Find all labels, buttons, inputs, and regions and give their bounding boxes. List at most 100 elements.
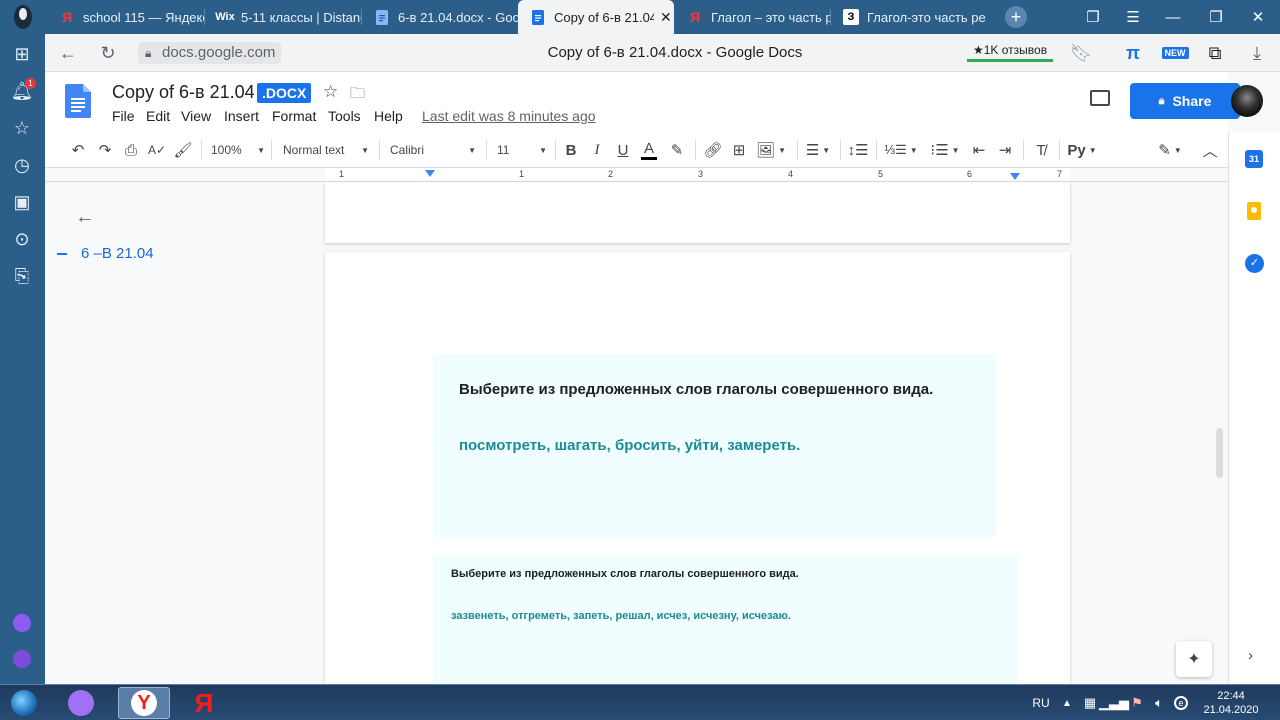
share-button[interactable]: 🔒︎ Share [1130,83,1240,119]
tray-app[interactable]: e [1172,687,1190,719]
reviews-button[interactable]: ★1K отзывов [967,40,1054,62]
taskbar-yandex-browser[interactable]: Y [118,687,170,719]
highlight-button[interactable]: ✎ [666,138,688,162]
close-window-button[interactable]: ✕ [1238,0,1278,34]
undo-button[interactable]: ↶ [67,138,89,162]
exercise-box[interactable]: Выберите из предложенных слов глаголы со… [433,555,1018,705]
browser-tab[interactable]: Wix 5-11 классы | Distanc [205,0,362,34]
insert-comment-button[interactable]: ⊞ [728,138,750,162]
menu-format[interactable]: Format [272,108,316,124]
url-field[interactable]: 🔒︎ docs.google.com [138,42,282,64]
menu-file[interactable]: File [112,108,135,124]
browser-tab-active[interactable]: Copy of 6-в 21.04 ✕ [518,0,674,34]
sidebar-messenger-button[interactable] [9,646,35,672]
bookmark-button[interactable]: 🔖︎ [1068,40,1094,66]
sidebar-video-button[interactable]: ⊙ [9,226,35,252]
tab-close-icon[interactable]: ✕ [660,9,672,26]
show-hidden-icons-button[interactable]: ▲ [1060,687,1074,719]
italic-button[interactable]: I [586,138,608,162]
google-docs-logo-icon[interactable] [65,84,91,118]
zoom-select[interactable]: 100% ▼ [211,138,265,162]
move-folder-icon[interactable]: 🗀︎ [350,83,365,108]
restore-button[interactable]: ❐ [1196,0,1236,34]
clock[interactable]: 22:44 21.04.2020 [1196,687,1266,719]
sidebar-downloads-button[interactable]: ⎘ [9,263,35,289]
keep-app-button[interactable] [1247,202,1261,220]
align-button[interactable]: ☰ ▼ [803,138,833,162]
extension-new-button[interactable]: NEW [1159,40,1191,66]
chevron-right-icon[interactable]: › [1248,647,1253,664]
hide-menus-button[interactable]: ︿ [1199,138,1221,162]
paint-format-button[interactable]: 🖌︎ [172,138,194,162]
underline-button[interactable]: U [612,138,634,162]
language-indicator[interactable]: RU [1028,687,1054,719]
right-indent-marker-icon[interactable] [1010,173,1020,180]
insert-link-button[interactable]: 🔗︎ [702,138,724,162]
sidebar-apps-button[interactable]: ⊞ [9,41,35,67]
color-bar [641,156,657,160]
browser-tab[interactable]: Я school 115 — Яндекс [47,0,205,34]
spellcheck-button[interactable]: A✓ [146,138,168,162]
back-button[interactable]: ← [55,40,81,66]
comments-icon[interactable] [1090,90,1110,106]
calendar-app-button[interactable]: 31 [1245,150,1263,168]
editing-mode-button[interactable]: ✎ ▼ [1153,138,1187,162]
redo-button[interactable]: ↷ [94,138,116,162]
tray-network-adapter[interactable]: ▦ [1080,687,1100,719]
document-page[interactable]: Выберите из предложенных слов глаголы со… [325,252,1070,705]
sidebar-alice-button[interactable] [9,610,35,636]
taskbar-alice-app[interactable] [60,687,102,719]
tray-volume[interactable]: 🔈︎ [1150,687,1168,719]
extension-translate-button[interactable]: ⧉ [1202,40,1228,66]
taskbar-yandex-app[interactable]: Я [184,687,224,719]
tray-signal[interactable]: ▁▃▅ [1099,687,1129,719]
avatar[interactable] [1231,85,1263,117]
vertical-scrollbar[interactable] [1216,428,1223,478]
left-indent-marker-icon[interactable] [425,170,435,177]
menu-tools[interactable]: Tools [328,108,361,124]
outline-heading-item[interactable]: 6 –В 21.04 [81,245,154,262]
document-title[interactable]: Copy of 6-в 21.04 [112,82,255,103]
sidebar-notifications-button[interactable]: 🔔︎ 1 [9,78,36,104]
input-tools-button[interactable]: Pу ▼ [1065,138,1099,162]
sidebar-history-button[interactable]: ◷ [9,152,35,178]
sidebar-bookmarks-button[interactable]: ☆ [9,115,35,141]
minimize-button[interactable]: — [1153,0,1193,34]
line-spacing-button[interactable]: ↕☰ [847,138,869,162]
decrease-indent-button[interactable]: ⇤ [968,138,990,162]
tasks-app-button[interactable]: ✓ [1245,254,1264,273]
clear-formatting-button[interactable]: T̸ [1030,138,1052,162]
menu-view[interactable]: View [181,108,211,124]
browser-tab[interactable]: 6-в 21.04.docx - Goo [362,0,518,34]
reload-button[interactable]: ↻ [95,40,121,66]
tab-list-button[interactable]: ❐ [1073,0,1113,34]
font-family-select[interactable]: Calibri ▼ [390,138,476,162]
downloads-button[interactable]: ⤓ [1244,40,1270,66]
increase-indent-button[interactable]: ⇥ [994,138,1016,162]
browser-menu-button[interactable]: ☰ [1113,0,1153,34]
browser-menu-logo[interactable] [0,0,45,34]
exercise-box[interactable]: Выберите из предложенных слов глаголы со… [433,354,996,537]
menu-help[interactable]: Help [374,108,403,124]
browser-tab[interactable]: Я Глагол – это часть ре [675,0,831,34]
explore-button[interactable]: ✦ [1176,641,1212,677]
menu-insert[interactable]: Insert [224,108,259,124]
new-tab-button[interactable]: + [996,0,1036,34]
arrow-left-icon[interactable]: ← [75,206,95,229]
start-button[interactable] [4,687,44,719]
font-size-select[interactable]: 11 ▼ [497,138,547,162]
print-button[interactable]: ⎙ [120,138,142,162]
browser-tab[interactable]: З Глагол-это часть ре [831,0,991,34]
bold-button[interactable]: B [560,138,582,162]
paragraph-style-select[interactable]: Normal text ▼ [283,138,369,162]
numbered-list-button[interactable]: ⅓☰ ▼ [883,138,919,162]
tray-action-center[interactable]: ⚑ [1128,687,1146,719]
bulleted-list-button[interactable]: ⁝☰ ▼ [927,138,963,162]
text-color-button[interactable]: A [638,138,660,162]
insert-image-button[interactable]: 🖼︎ ▼ [754,138,788,162]
menu-edit[interactable]: Edit [146,108,170,124]
sidebar-collections-button[interactable]: ▣ [9,189,35,215]
star-icon[interactable]: ☆ [323,82,338,102]
extension-pi-button[interactable]: π [1120,40,1146,66]
last-edit-link[interactable]: Last edit was 8 minutes ago [422,108,596,124]
